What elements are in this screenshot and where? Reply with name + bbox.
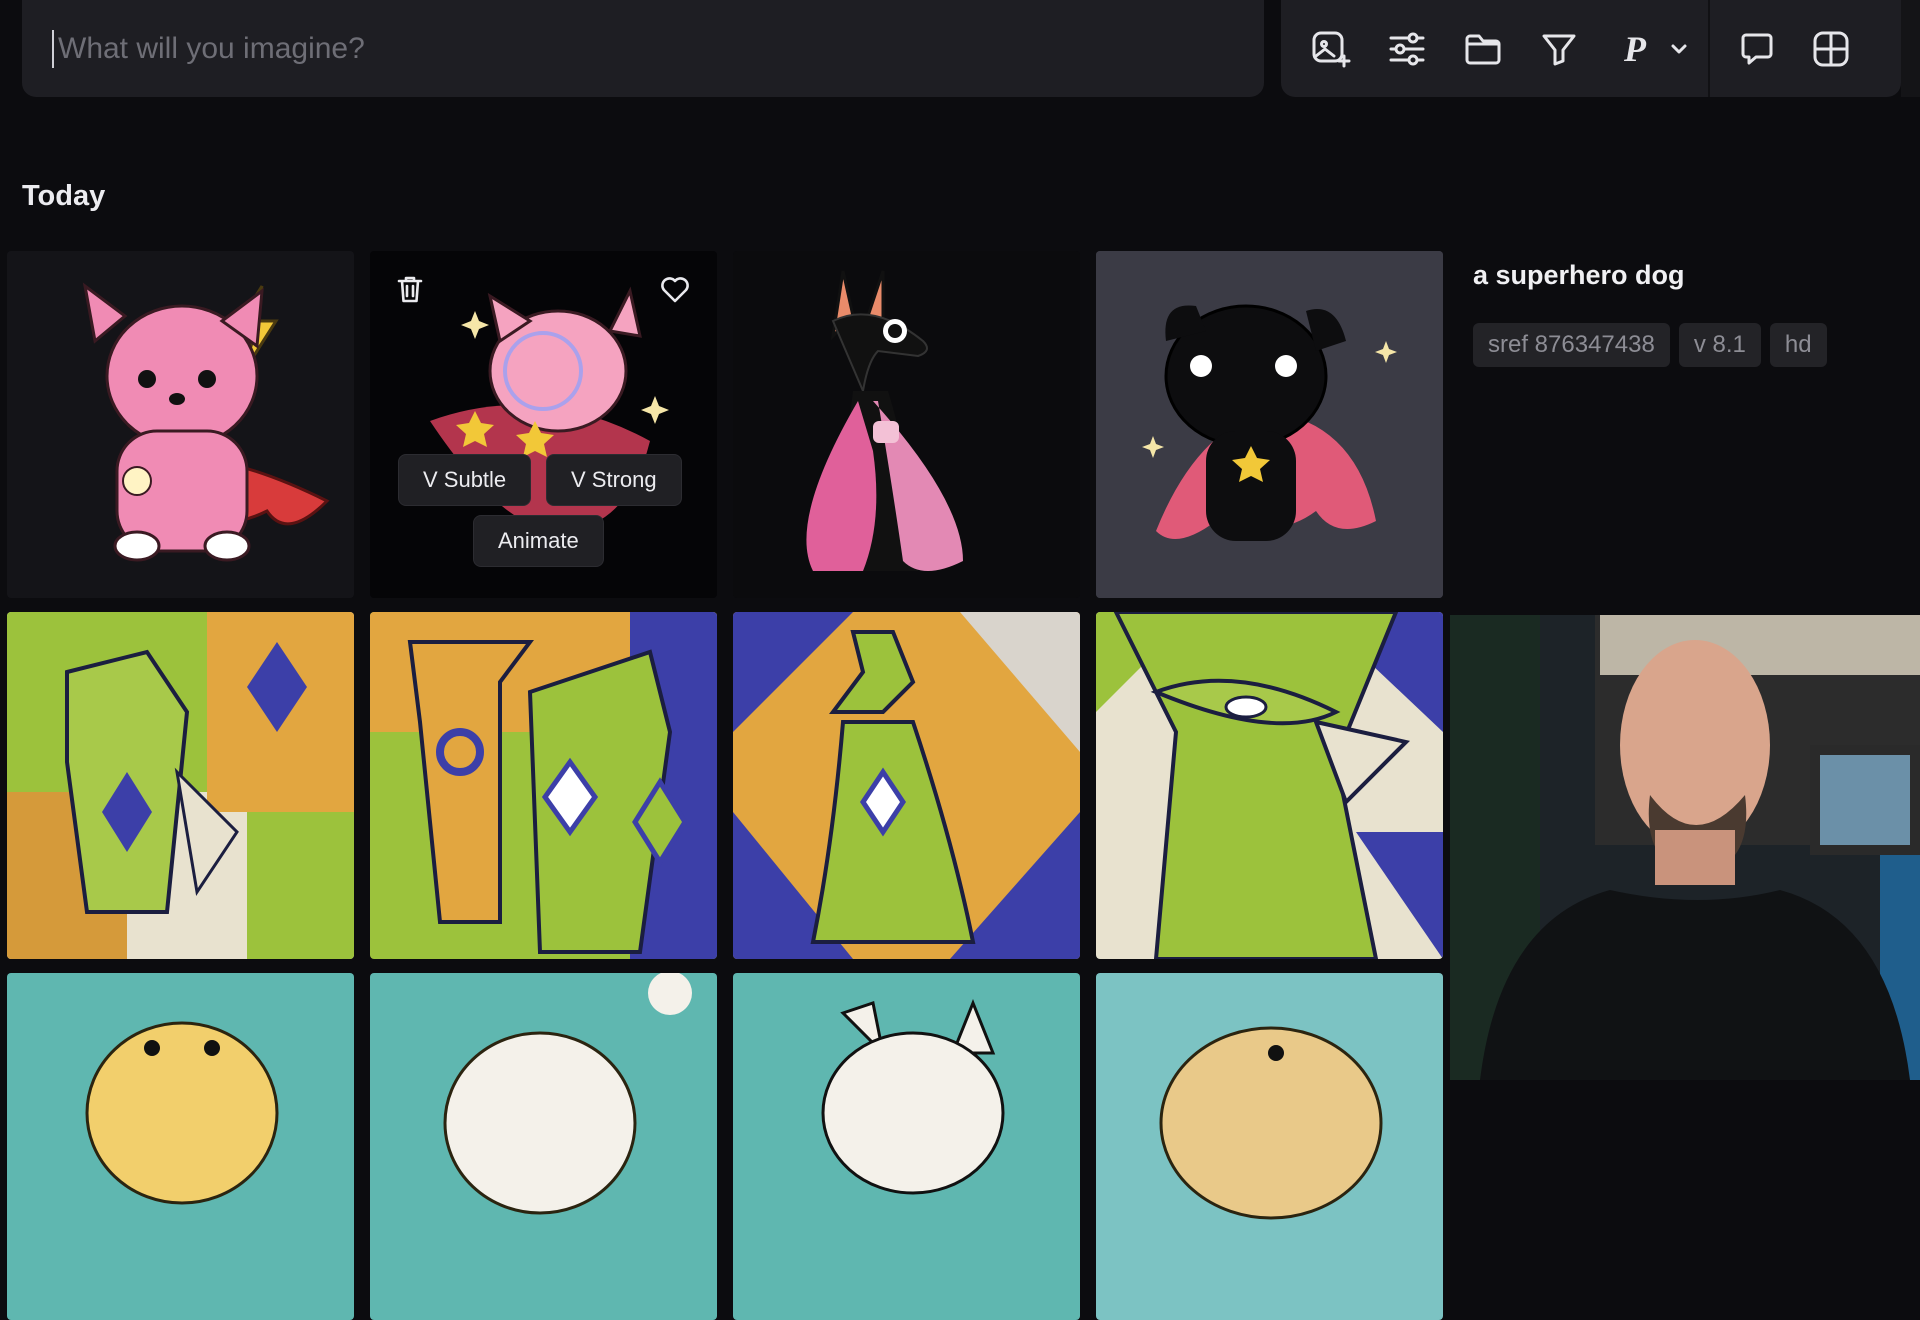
chevron-down-icon[interactable] (1666, 20, 1692, 78)
animate-button[interactable]: Animate (473, 515, 604, 567)
presenter-video-image (1450, 615, 1920, 1080)
image-tile[interactable] (1096, 251, 1443, 598)
text-caret (52, 29, 54, 68)
version-tag[interactable]: v 8.1 (1678, 323, 1761, 367)
job-tags: sref 876347438 v 8.1 hd (1473, 323, 1827, 367)
sref-tag[interactable]: sref 876347438 (1473, 323, 1670, 367)
image-tile[interactable] (733, 251, 1080, 598)
image-tile[interactable] (733, 612, 1080, 959)
geometric-dog-painting-image (7, 612, 354, 959)
vary-subtle-button[interactable]: V Subtle (398, 454, 532, 506)
geometric-masked-dog-image (1096, 612, 1443, 959)
image-tile[interactable] (7, 973, 354, 1320)
geometric-dogs-pair-image (370, 612, 717, 959)
quality-tag[interactable]: hd (1769, 323, 1827, 367)
heart-icon[interactable] (658, 272, 692, 306)
image-tile[interactable] (7, 251, 354, 598)
image-tile[interactable] (370, 612, 717, 959)
image-tile[interactable] (1096, 612, 1443, 959)
image-tile[interactable] (1096, 973, 1443, 1320)
prompt-bar[interactable] (22, 0, 1264, 97)
vary-strong-button[interactable]: V Strong (546, 454, 682, 506)
settings-sliders-icon[interactable] (1378, 20, 1436, 78)
personalize-p-icon[interactable]: P (1606, 20, 1664, 78)
black-pug-superhero-image (1096, 251, 1443, 598)
golden-puppy-image (7, 973, 354, 1320)
geometric-sitting-dog-image (733, 612, 1080, 959)
chat-icon[interactable] (1728, 20, 1786, 78)
prompt-input[interactable] (56, 30, 1210, 67)
toolbar-edge (1901, 0, 1920, 97)
white-fluffy-puppy-image (370, 973, 717, 1320)
toolbar-divider (1708, 0, 1710, 97)
pink-superhero-dog-image (7, 251, 354, 598)
golden-retriever-puppy-image (1096, 973, 1443, 1320)
image-prompt-icon[interactable] (1302, 20, 1360, 78)
doberman-superhero-image (733, 251, 1080, 598)
folder-icon[interactable] (1454, 20, 1512, 78)
image-tile[interactable] (733, 973, 1080, 1320)
toolbar: P (1281, 0, 1901, 97)
white-terrier-image (733, 973, 1080, 1320)
personalize-label: P (1624, 28, 1646, 69)
webcam-overlay (1450, 615, 1920, 1080)
image-tile[interactable] (7, 612, 354, 959)
filter-icon[interactable] (1530, 20, 1588, 78)
image-tile[interactable] (370, 973, 717, 1320)
trash-icon[interactable] (393, 272, 427, 306)
job-prompt-text[interactable]: a superhero dog (1473, 260, 1685, 291)
grid-icon[interactable] (1802, 20, 1860, 78)
section-title: Today (22, 180, 106, 212)
